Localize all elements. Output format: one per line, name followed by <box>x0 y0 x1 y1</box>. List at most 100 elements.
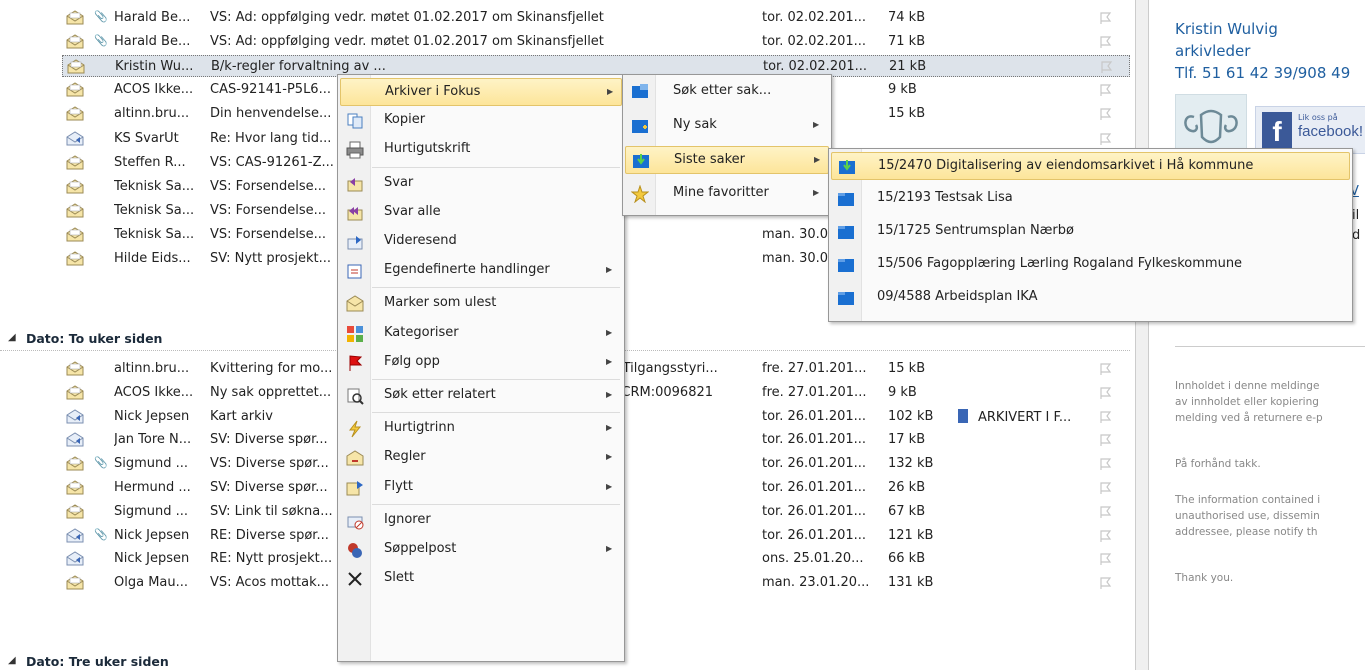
follow-up-flag-icon[interactable] <box>1098 132 1112 146</box>
message-date: fre. 27.01.201... <box>762 384 867 400</box>
disclaimer-line: unauthorised use, dissemin <box>1175 510 1320 522</box>
disclaimer-line: addressee, please notify th <box>1175 526 1318 538</box>
message-date: tor. 26.01.201... <box>762 408 867 424</box>
menu-item-15-1725-sentrumsplan-nærbø[interactable]: 15/1725 Sentrumsplan Nærbø <box>831 218 1350 246</box>
menu-item-hurtigtrinn[interactable]: Hurtigtrinn ▶ <box>340 415 622 443</box>
message-from: Teknisk Sa... <box>114 226 195 242</box>
menu-item-egendefinerte-handlinger[interactable]: Egendefinerte handlinger ▶ <box>340 257 622 285</box>
envelope-reply-icon <box>66 432 84 447</box>
message-from: Nick Jepsen <box>114 408 190 424</box>
submenu-arrow-icon: ▶ <box>606 481 613 491</box>
menu-item-label: 15/1725 Sentrumsplan Nærbø <box>877 223 1074 238</box>
message-from: ACOS Ikke... <box>114 384 194 400</box>
menu-item-regler[interactable]: Regler ▶ <box>340 444 622 472</box>
menu-item-mine-favoritter[interactable]: Mine favoritter ▶ <box>625 180 829 208</box>
message-size: 132 kB <box>888 456 934 472</box>
facebook-badge[interactable]: f Lik oss på facebook! <box>1255 106 1365 154</box>
menu-item-slett[interactable]: Slett <box>340 565 622 593</box>
menu-item-15-2470-digitalisering-av-eiendomsarkivet-i-hå-kommune[interactable]: 15/2470 Digitalisering av eiendomsarkive… <box>831 152 1350 180</box>
menu-item-15-506-fagopplæring-lærling-rogaland-fylkeskommune[interactable]: 15/506 Fagopplæring Lærling Rogaland Fyl… <box>831 251 1350 279</box>
collapse-triangle-icon[interactable]: ◢ <box>8 332 16 343</box>
menu-item-svar-alle[interactable]: Svar alle <box>340 199 622 227</box>
submenu-arrow-icon: ▶ <box>607 87 614 96</box>
reading-fragment-2: il <box>1352 208 1360 223</box>
message-from: Sigmund ... <box>114 456 189 472</box>
follow-up-flag-icon[interactable] <box>1098 35 1112 49</box>
menu-separator <box>372 412 620 414</box>
menu-item-ignorer[interactable]: Ignorer <box>340 507 622 535</box>
message-size: 67 kB <box>888 503 926 519</box>
menu-item-label: 15/506 Fagopplæring Lærling Rogaland Fyl… <box>877 256 1243 271</box>
envelope-open-icon <box>66 203 84 218</box>
follow-up-flag-icon[interactable] <box>1098 529 1112 543</box>
disclaimer-line: av innholdet eller kopiering <box>1175 396 1319 408</box>
follow-up-flag-icon[interactable] <box>1098 83 1112 97</box>
menu-item-svar[interactable]: Svar <box>340 170 622 198</box>
message-from: Sigmund ... <box>114 503 189 519</box>
recent-cases-icon <box>632 152 650 170</box>
reply-all-icon <box>346 204 364 222</box>
follow-up-flag-icon[interactable] <box>1098 410 1112 424</box>
menu-item-marker-som-ulest[interactable]: Marker som ulest <box>340 290 622 318</box>
menu-item-søk-etter-sak-[interactable]: Søk etter sak... <box>625 78 829 106</box>
envelope-open-icon <box>66 456 84 471</box>
menu-item-arkiver-i-fokus[interactable]: Arkiver i Fokus ▶ <box>340 78 622 106</box>
follow-up-flag-icon[interactable] <box>1099 60 1113 74</box>
follow-up-flag-icon[interactable] <box>1098 576 1112 590</box>
message-row[interactable]: 📎 Harald Be... VS: Ad: oppfølging vedr. mø… <box>0 31 1130 53</box>
follow-up-flag-icon[interactable] <box>1098 11 1112 25</box>
menu-item-15-2193-testsak-lisa[interactable]: 15/2193 Testsak Lisa <box>831 185 1350 213</box>
menu-item-label: Flytt <box>384 478 413 494</box>
menu-item-label: Hurtigtrinn <box>384 420 455 436</box>
message-date: tor. 26.01.201... <box>762 456 867 472</box>
message-date: ons. 25.01.20... <box>762 551 864 567</box>
envelope-open-icon <box>66 179 84 194</box>
menu-item-følg-opp[interactable]: Følg opp ▶ <box>340 349 622 377</box>
message-date: tor. 26.01.201... <box>762 432 867 448</box>
menu-item-09-4588-arbeidsplan-ika[interactable]: 09/4588 Arbeidsplan IKA <box>831 284 1350 312</box>
follow-up-flag-icon[interactable] <box>1098 481 1112 495</box>
follow-up-flag-icon[interactable] <box>1098 457 1112 471</box>
menu-item-label: Svar <box>384 174 414 190</box>
pane-splitter[interactable] <box>1135 0 1149 670</box>
quicksteps-icon <box>346 420 364 438</box>
message-date: tor. 02.02.201... <box>762 10 867 25</box>
menu-item-label: 15/2470 Digitalisering av eiendomsarkive… <box>878 158 1254 173</box>
follow-up-flag-icon[interactable] <box>1098 107 1112 121</box>
collapse-triangle-icon[interactable]: ◢ <box>8 655 16 666</box>
signature-name: Kristin Wulvig <box>1175 20 1278 38</box>
envelope-open-icon <box>66 227 84 242</box>
menu-item-kopier[interactable]: Kopier <box>340 107 622 135</box>
ram-logo <box>1175 94 1247 156</box>
menu-item-hurtigutskrift[interactable]: Hurtigutskrift <box>340 136 622 164</box>
menu-item-siste-saker[interactable]: Siste saker ▶ <box>625 146 829 174</box>
message-subject: B/k-regler forvaltning av ... <box>211 59 386 75</box>
message-from: altinn.bru... <box>114 361 190 376</box>
message-from: Kristin Wu... <box>115 59 194 75</box>
attachment-icon: 📎 <box>94 527 108 541</box>
menu-item-label: Ny sak <box>673 117 717 132</box>
menu-item-ny-sak[interactable]: Ny sak ▶ <box>625 112 829 140</box>
message-from: Nick Jepsen <box>114 527 190 543</box>
menu-item-søppelpost[interactable]: Søppelpost ▶ <box>340 536 622 564</box>
message-row[interactable]: 📎 Harald Be... VS: Ad: oppfølging vedr. mø… <box>0 7 1130 29</box>
follow-up-flag-icon[interactable] <box>1098 433 1112 447</box>
envelope-open-icon <box>66 34 84 49</box>
follow-up-flag-icon[interactable] <box>1098 505 1112 519</box>
new-case-icon <box>631 117 649 135</box>
follow-up-flag-icon[interactable] <box>1098 552 1112 566</box>
follow-up-flag-icon[interactable] <box>1098 386 1112 400</box>
menu-item-kategoriser[interactable]: Kategoriser ▶ <box>340 320 622 348</box>
menu-item-label: Marker som ulest <box>384 295 497 311</box>
menu-item-label: Søppelpost <box>384 541 457 556</box>
message-size: 21 kB <box>889 59 927 75</box>
menu-item-videresend[interactable]: Videresend <box>340 228 622 256</box>
message-from: KS SvarUt <box>114 130 179 146</box>
envelope-open-icon <box>66 251 84 266</box>
menu-item-label: Arkiver i Fokus <box>385 84 481 99</box>
menu-item-flytt[interactable]: Flytt ▶ <box>340 474 622 502</box>
follow-up-flag-icon[interactable] <box>1098 362 1112 376</box>
menu-item-label: 09/4588 Arbeidsplan IKA <box>877 289 1038 304</box>
message-size: 15 kB <box>888 106 926 122</box>
menu-item-søk-etter-relatert[interactable]: Søk etter relatert ▶ <box>340 382 622 410</box>
